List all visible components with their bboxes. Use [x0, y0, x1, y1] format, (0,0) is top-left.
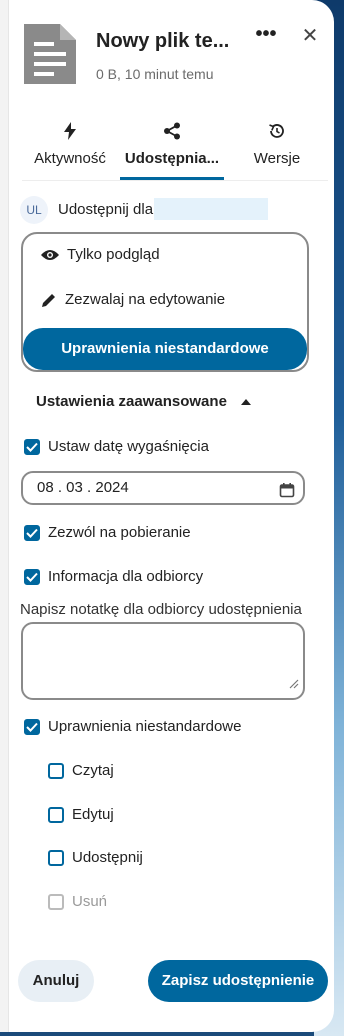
checkbox-disabled-icon: [48, 893, 64, 910]
recipient-info-label: Informacja dla odbiorcy: [48, 568, 204, 585]
share-with-row: UL Udostępnij dla: [20, 196, 320, 224]
expiration-checkbox-row[interactable]: Ustaw datę wygaśnięcia: [24, 438, 209, 455]
eye-icon: [41, 249, 59, 260]
close-button[interactable]: ✕: [298, 24, 322, 48]
permission-view-only[interactable]: Tylko podgląd: [41, 246, 160, 263]
allow-download-checkbox-row[interactable]: Zezwól na pobieranie: [24, 524, 191, 541]
checkbox-empty-icon[interactable]: [48, 849, 64, 866]
checkbox-checked-icon[interactable]: [24, 718, 40, 735]
permission-allow-edit-label: Zezwalaj na edytowanie: [65, 291, 226, 308]
checkbox-checked-icon[interactable]: [24, 568, 40, 585]
note-textarea[interactable]: [21, 622, 305, 700]
more-options-button[interactable]: •••: [254, 24, 278, 48]
perm-edit-label: Edytuj: [72, 806, 114, 823]
checkbox-empty-icon[interactable]: [48, 806, 64, 823]
tab-activity-label: Aktywność: [34, 150, 106, 167]
document-icon: [24, 24, 76, 84]
expiration-date-value: 08 . 03 . 2024: [37, 479, 129, 496]
avatar: UL: [20, 196, 48, 224]
lightning-icon: [22, 118, 118, 144]
tab-versions[interactable]: Wersje: [236, 118, 318, 180]
perm-share-checkbox-row[interactable]: Udostępnij: [48, 849, 143, 866]
file-header: Nowy plik te... 0 B, 10 minut temu ••• ✕: [22, 22, 324, 92]
tab-versions-label: Wersje: [253, 150, 301, 167]
tab-sharing[interactable]: Udostępnia...: [120, 118, 224, 180]
share-recipient-highlight: [154, 198, 268, 220]
checkbox-empty-icon[interactable]: [48, 762, 64, 779]
permission-selector: Tylko podgląd Zezwalaj na edytowanie Upr…: [21, 232, 309, 372]
checkbox-checked-icon[interactable]: [24, 524, 40, 541]
tab-activity[interactable]: Aktywność: [22, 118, 118, 180]
perm-delete-label: Usuń: [72, 893, 108, 910]
share-with-label: Udostępnij dla: [58, 201, 154, 218]
share-icon: [120, 118, 224, 144]
perm-delete-checkbox-row: Usuń: [48, 893, 107, 910]
perm-read-label: Czytaj: [72, 762, 114, 779]
calendar-icon[interactable]: [279, 479, 295, 509]
perm-edit-checkbox-row[interactable]: Edytuj: [48, 806, 114, 823]
permission-view-only-label: Tylko podgląd: [67, 246, 160, 263]
allow-download-label: Zezwól na pobieranie: [48, 524, 191, 541]
tab-sharing-label: Udostępnia...: [124, 150, 220, 167]
custom-permissions-label: Uprawnienia niestandardowe: [48, 718, 242, 735]
expiration-date-input[interactable]: 08 . 03 . 2024: [21, 471, 305, 505]
resize-grip-icon[interactable]: [287, 676, 299, 694]
caret-up-icon: [240, 398, 251, 405]
advanced-settings-label: Ustawienia zaawansowane: [36, 393, 227, 410]
perm-read-checkbox-row[interactable]: Czytaj: [48, 762, 114, 779]
expiration-label: Ustaw datę wygaśnięcia: [48, 438, 209, 455]
sidebar-tabs: Aktywność Udostępnia... Wersje: [22, 118, 328, 181]
custom-permissions-checkbox-row[interactable]: Uprawnienia niestandardowe: [24, 718, 241, 735]
file-title: Nowy plik te...: [96, 30, 230, 52]
perm-share-label: Udostępnij: [72, 849, 143, 866]
permission-custom[interactable]: Uprawnienia niestandardowe: [23, 328, 307, 370]
advanced-settings-toggle[interactable]: Ustawienia zaawansowane: [36, 393, 251, 410]
sidebar-edge: [0, 0, 9, 1032]
save-share-button[interactable]: Zapisz udostępnienie: [148, 960, 328, 1002]
permission-allow-edit[interactable]: Zezwalaj na edytowanie: [41, 291, 225, 308]
cancel-button[interactable]: Anuluj: [18, 960, 94, 1002]
history-icon: [236, 118, 318, 144]
note-field-label: Napisz notatkę dla odbiorcy udostępnieni…: [20, 601, 302, 618]
sharing-sidebar: Nowy plik te... 0 B, 10 minut temu ••• ✕…: [0, 0, 334, 1032]
pencil-icon: [42, 293, 55, 307]
file-meta: 0 B, 10 minut temu: [96, 66, 214, 82]
recipient-info-checkbox-row[interactable]: Informacja dla odbiorcy: [24, 568, 203, 585]
checkbox-checked-icon[interactable]: [24, 438, 40, 455]
